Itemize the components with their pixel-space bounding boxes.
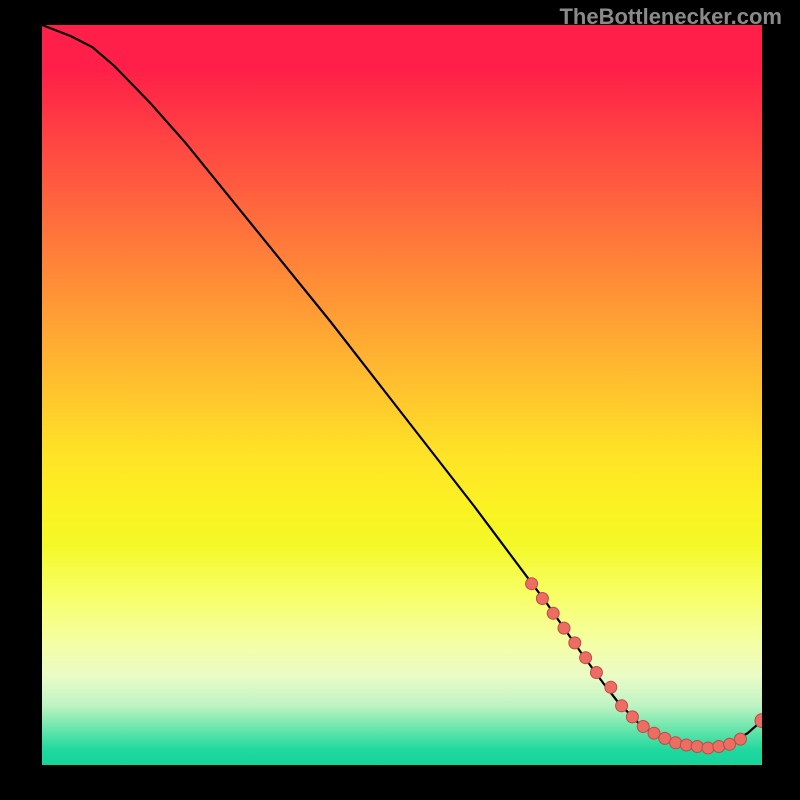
data-marker bbox=[713, 741, 725, 753]
data-marker bbox=[680, 739, 692, 751]
data-marker bbox=[659, 732, 671, 744]
data-marker bbox=[626, 711, 638, 723]
data-marker bbox=[724, 738, 736, 750]
data-marker bbox=[648, 727, 660, 739]
data-marker bbox=[547, 607, 559, 619]
data-marker bbox=[702, 742, 714, 754]
data-marker bbox=[580, 652, 592, 664]
data-marker bbox=[637, 721, 649, 733]
data-marker bbox=[590, 667, 602, 679]
watermark-text: TheBottlenecker.com bbox=[559, 4, 782, 30]
bottleneck-curve bbox=[42, 25, 762, 748]
plot-area bbox=[42, 25, 762, 765]
data-marker bbox=[569, 637, 581, 649]
data-marker bbox=[536, 593, 548, 605]
chart-container: TheBottlenecker.com bbox=[0, 0, 800, 800]
data-marker bbox=[616, 700, 628, 712]
data-marker bbox=[526, 578, 538, 590]
data-marker bbox=[734, 733, 746, 745]
data-markers bbox=[526, 578, 762, 754]
data-marker bbox=[605, 681, 617, 693]
data-marker bbox=[558, 622, 570, 634]
data-marker bbox=[691, 741, 703, 753]
chart-overlay bbox=[42, 25, 762, 765]
data-marker bbox=[670, 737, 682, 749]
